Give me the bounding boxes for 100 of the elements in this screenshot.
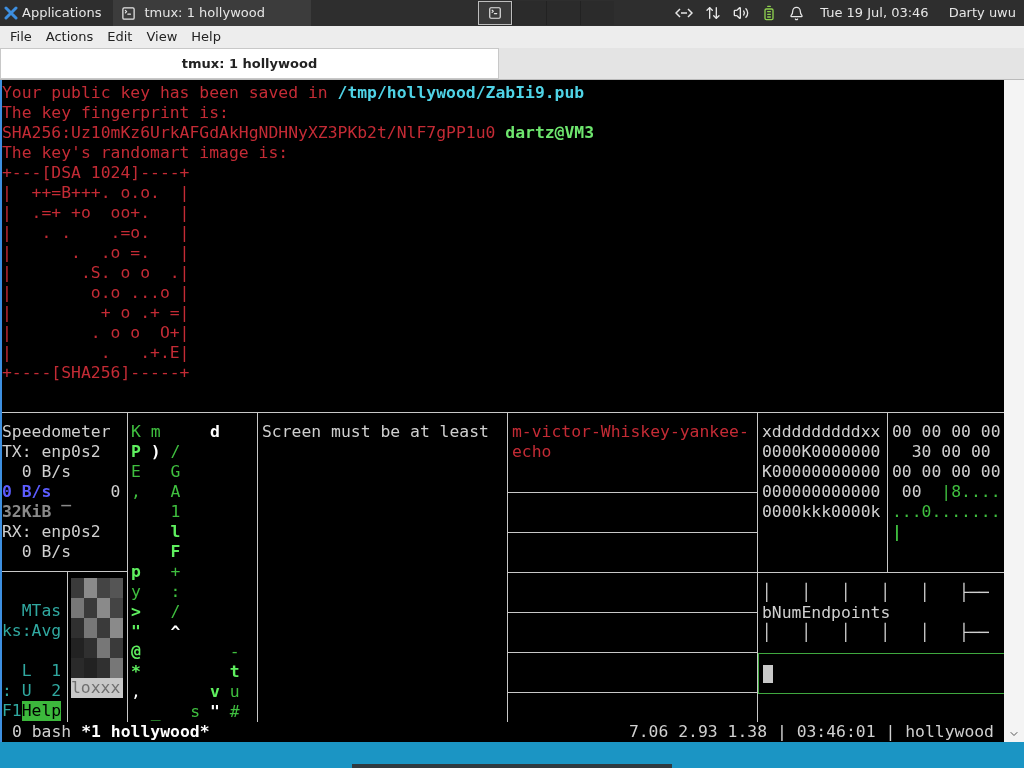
workspace-tile[interactable] — [512, 1, 547, 25]
terminal-text: | ++=B+++. o.o. | — [2, 183, 190, 202]
matrix-glyph: / — [169, 602, 181, 621]
htop-text: MTas — [20, 601, 62, 620]
terminal-text: | o.o ...o | — [2, 283, 190, 302]
pane-text: 0 B/s — [20, 542, 72, 561]
matrix-glyph: ^ — [169, 622, 181, 641]
pane-text: Speedometer — [2, 422, 111, 441]
menu-item[interactable]: Help — [185, 27, 227, 47]
terminal-text: | . o o O+| — [2, 323, 190, 342]
matrix-glyph: " — [131, 622, 141, 641]
window-label[interactable]: 0 bash — [12, 722, 72, 742]
matrix-glyph: d — [208, 422, 220, 441]
terminal-text: | . .o =. | — [2, 243, 190, 262]
terminal-text: +----[SHA256]-----+ — [2, 363, 190, 382]
matrix-glyph: @ — [131, 642, 141, 661]
matrix-glyph: # — [228, 702, 240, 721]
matrix-glyph: v — [208, 682, 220, 701]
matrix-glyph: _ s — [149, 702, 201, 721]
pane-text: 0 — [109, 482, 121, 501]
matrix-glyph: l — [169, 522, 181, 541]
workspace-tile[interactable] — [546, 1, 581, 25]
terminal-text: | . . .=o. | — [2, 223, 190, 242]
hex-text: |8.... — [941, 482, 1001, 501]
matrix-glyph: u — [228, 682, 240, 701]
terminal-text: The key's randomart image is: — [2, 143, 289, 162]
matrix-glyph: , — [131, 682, 141, 701]
matrix-glyph: > — [131, 602, 141, 621]
pane-text: xdddddddddxx — [762, 422, 882, 442]
hex-text: 00 00 00 00 — [892, 422, 1001, 441]
clock[interactable]: Tue 19 Jul, 03:46 — [820, 3, 929, 23]
volume-icon[interactable] — [733, 5, 750, 21]
pane-text: RX: enp0s2 — [2, 522, 101, 541]
user-name[interactable]: Darty uwu — [948, 3, 1016, 23]
terminal-text: Your public key has been saved in — [2, 83, 329, 102]
htop-text: : U 2 — [2, 681, 62, 700]
window-label[interactable]: *1 hollywood* — [81, 722, 210, 742]
pane-text: 0000K0000000 — [762, 442, 882, 462]
matrix-glyph: y : — [131, 582, 181, 601]
pane-text: TX: enp0s2 — [2, 442, 101, 461]
matrix-glyph: - — [228, 642, 240, 661]
transfer-icon[interactable] — [705, 5, 722, 21]
terminal-text: /tmp/hollywood/ZabIi9.pub — [337, 83, 585, 102]
hex-text: 00 — [900, 482, 923, 501]
workspace-tile[interactable] — [580, 1, 615, 25]
terminal-text: +---[DSA 1024]----+ — [2, 163, 190, 182]
help-key[interactable]: Help — [21, 701, 62, 721]
menu-item[interactable]: File — [4, 27, 38, 47]
hex-text: 00 00 00 00 — [892, 462, 1001, 481]
matrix-glyph: * — [131, 662, 141, 681]
pane-text: bNumEndpoints — [762, 603, 892, 623]
pane-text: 0000kkk0000k — [762, 502, 882, 522]
terminal-text: SHA256:Uz10mKz6UrkAFGdAkHgNDHNyXZ3PKb2t/NlF7gPP1u0 — [2, 123, 497, 142]
matrix-glyph: K m — [131, 422, 161, 441]
menu-item[interactable]: View — [140, 27, 184, 47]
htop-text: ks:Avg — [2, 621, 62, 640]
pane-text: 32KiB — [2, 502, 52, 521]
ticker-text: echo — [512, 442, 553, 462]
key-hint: F1 — [2, 701, 22, 721]
matrix-glyph: " — [208, 702, 220, 721]
matrix-glyph: t — [228, 662, 240, 681]
matrix-glyph: / — [169, 442, 181, 461]
active-pane[interactable] — [758, 653, 1004, 694]
workspace-switcher[interactable] — [478, 1, 615, 25]
terminal-text: | + o .+ =| — [2, 303, 190, 322]
pane-text: K00000000000 — [762, 462, 882, 482]
pane-text: 0 B/s — [20, 462, 72, 481]
pane-text: 0 B/s — [2, 482, 52, 501]
matrix-glyph: , A — [131, 482, 181, 501]
terminal[interactable] — [0, 80, 1004, 742]
matrix-glyph: p — [131, 562, 141, 581]
htop-text: L 1 — [20, 661, 62, 680]
terminal-text: | . .+.E| — [2, 343, 190, 362]
matrix-glyph: + — [169, 562, 181, 581]
matrix-glyph: 1 — [169, 502, 181, 521]
matrix-glyph: P — [131, 442, 141, 461]
workspace-tile[interactable] — [478, 1, 513, 25]
terminal-text: | .S. o o .| — [2, 263, 190, 282]
pane-text: │ │ │ │ │ ├── — [762, 583, 990, 603]
applications-menu[interactable]: Applications — [0, 0, 106, 26]
status-text: 7.06 2.93 1.38 | 03:46:01 | hollywood — [628, 722, 994, 742]
hex-text: | — [892, 522, 902, 541]
matrix-glyph: F — [169, 542, 181, 561]
notification-icon[interactable] — [789, 5, 805, 21]
tab[interactable]: tmux: 1 hollywood — [0, 48, 499, 79]
pane-text: ‾ — [60, 502, 72, 521]
menu-item[interactable]: Actions — [39, 27, 100, 47]
logo-icon — [4, 6, 18, 20]
scrollbar[interactable] — [1004, 80, 1024, 742]
network-icon[interactable] — [675, 7, 694, 19]
terminal-text: The key fingerprint is: — [2, 103, 229, 122]
ticker-text: m-victor-Whiskey-yankee- — [512, 422, 750, 442]
pane-text: │ │ │ │ │ ├── — [762, 623, 990, 643]
menu-item[interactable]: Edit — [101, 27, 139, 47]
terminal-text: dartz@VM3 — [505, 123, 595, 142]
taskbar-button[interactable]: tmux: 1 hollywood — [113, 0, 312, 26]
hex-text: 30 00 00 — [910, 442, 991, 461]
pane-text: Screen must be at least — [262, 422, 490, 442]
pane-text: 000000000000 — [762, 482, 882, 502]
matrix-glyph: ) — [149, 442, 161, 461]
